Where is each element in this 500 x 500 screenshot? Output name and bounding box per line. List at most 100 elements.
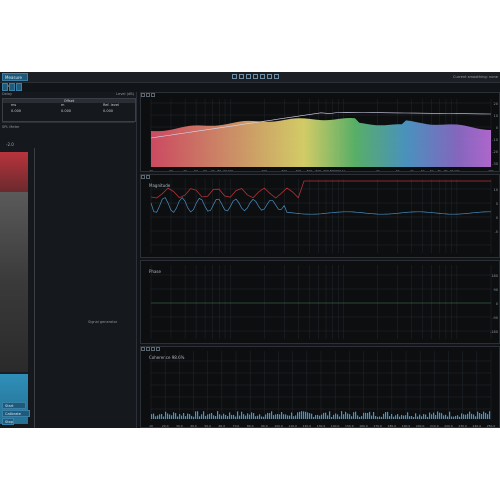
coherence-bar — [283, 414, 285, 419]
coherence-bar — [349, 414, 351, 419]
coherence-bar — [341, 411, 343, 419]
stop-icon[interactable] — [246, 74, 251, 79]
channel-button-2[interactable] — [9, 83, 15, 91]
phase-plot[interactable]: Phase 180 90 0 -90 -180 — [140, 260, 500, 344]
spectrum-area — [151, 118, 491, 167]
coherence-bar — [415, 413, 417, 419]
x-tick-label: 220.0 — [444, 424, 453, 428]
coherence-bar — [157, 415, 159, 419]
x-tick-label: 3k — [396, 169, 400, 172]
coherence-bar — [325, 412, 327, 419]
coherence-bar — [291, 412, 293, 419]
coherence-bar — [445, 414, 447, 419]
y-tick-label: 0 — [496, 126, 498, 130]
coherence-bar — [397, 414, 399, 419]
coherence-bar — [261, 416, 263, 419]
x-tick-label: 20k — [488, 169, 494, 172]
plots-area: 20 10 0 -10 -20 -30 20 30 40 50 60 70 80 90 100 200 300 4… — [140, 92, 500, 428]
coherence-bar — [241, 411, 243, 419]
coherence-bar — [281, 412, 283, 419]
coherence-bar — [461, 413, 463, 419]
coherence-bar — [387, 411, 389, 419]
coherence-bar — [489, 411, 491, 419]
coherence-bar — [299, 411, 301, 419]
coherence-bar — [159, 414, 161, 419]
coherence-bar — [481, 414, 483, 419]
coherence-bar — [477, 411, 479, 419]
ref-level-field[interactable]: 0.000 — [103, 109, 113, 114]
coherence-bar — [169, 414, 171, 419]
window-icon[interactable] — [267, 74, 272, 79]
x-tick-label: 5k — [421, 169, 425, 172]
coherence-bar — [301, 411, 303, 419]
coherence-bar — [423, 414, 425, 419]
coherence-bar — [267, 412, 269, 419]
coherence-bar — [405, 415, 407, 419]
x-tick-label: 40 — [183, 169, 187, 172]
magnitude-blue-trace — [150, 197, 491, 215]
coherence-bar — [205, 415, 207, 419]
y-tick-label: -20 — [492, 150, 498, 154]
coherence-bar — [351, 416, 353, 419]
coherence-bar — [427, 416, 429, 419]
calibrate-button[interactable]: Calibrate — [2, 410, 30, 417]
coherence-bar — [377, 416, 379, 419]
coherence-bar — [247, 413, 249, 419]
x-tick-label: 10 — [149, 424, 153, 428]
x-tick-label: 250.0 — [487, 424, 496, 428]
coherence-bar — [211, 413, 213, 419]
x-tick-label: 170.0 — [373, 424, 382, 428]
y-tick-label: -10 — [492, 138, 498, 142]
x-tick-label: 6k — [430, 169, 434, 172]
secondary-toolbar — [0, 83, 500, 91]
spectrum-plot[interactable]: 20 10 0 -10 -20 -30 20 30 40 50 60 70 80 90 100 200 300 4… — [140, 92, 500, 172]
offset-ms-field[interactable]: 0.000 — [11, 109, 21, 114]
grid-icon[interactable] — [274, 74, 279, 79]
app-window: Measure input Current smoothing: none De… — [0, 72, 500, 428]
zoom-icon[interactable] — [253, 74, 258, 79]
coherence-bar — [217, 411, 219, 419]
y-tick-label: -5 — [495, 230, 499, 234]
col-ms-label: ms — [11, 103, 17, 107]
left-panel-header: Delay Level (dB) — [0, 92, 136, 97]
divider — [2, 122, 134, 123]
x-tick-label: 30 — [169, 169, 173, 172]
coherence-bar — [191, 415, 193, 419]
coherence-bar — [409, 416, 411, 419]
x-tick-label: 1k — [342, 169, 346, 172]
start-button[interactable]: Start — [2, 402, 26, 409]
channel-button-3[interactable] — [16, 83, 22, 91]
coherence-bar — [171, 415, 173, 419]
x-tick-label: 80 — [217, 169, 221, 172]
offset-table: Offset ms m Ref. level 0.000 0.000 0.000 — [2, 98, 136, 122]
coherence-bar — [153, 413, 155, 419]
offset-m-field[interactable]: 0.000 — [61, 109, 71, 114]
x-tick-label: 400 — [296, 169, 302, 172]
coherence-bar — [425, 414, 427, 419]
play-icon[interactable] — [239, 74, 244, 79]
coherence-bar — [179, 414, 181, 419]
stop-button[interactable]: Stop — [2, 418, 14, 425]
magnitude-red-trace — [150, 180, 491, 199]
x-tick-label: 30.0 — [176, 424, 183, 428]
channel-button-1[interactable] — [2, 83, 8, 91]
coherence-plot[interactable]: Coherence 98.6% 10 20.0 30.0 40.0 50.0 60.0 70… — [140, 346, 500, 428]
spl-meter-label: SPL Meter — [2, 125, 20, 129]
x-tick-label: 4k — [410, 169, 414, 172]
x-tick-label: 90.0 — [261, 424, 268, 428]
coherence-bar — [193, 416, 195, 419]
coherence-bar — [155, 416, 157, 419]
record-icon[interactable] — [232, 74, 237, 79]
measure-input-button[interactable]: Measure input — [2, 73, 28, 88]
settings-icon[interactable] — [260, 74, 265, 79]
coherence-bar — [381, 416, 383, 419]
x-tick-label: 240.0 — [473, 424, 482, 428]
magnitude-plot[interactable]: Magnitude 10 5 0 -5 — [140, 174, 500, 258]
y-tick-label: 10 — [494, 114, 498, 118]
y-tick-label: 180 — [491, 274, 498, 278]
meter-top-value: -2.0 — [6, 142, 14, 147]
x-tick-label: 50 — [194, 169, 198, 172]
coherence-bar — [473, 414, 475, 419]
coherence-bar — [331, 417, 333, 419]
coherence-bar — [431, 414, 433, 419]
